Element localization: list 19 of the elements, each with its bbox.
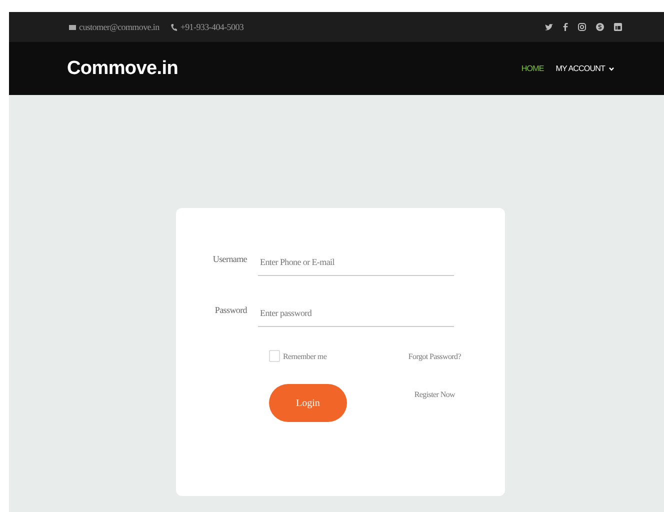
twitter-icon[interactable]	[545, 24, 553, 30]
nav-link[interactable]: HOME	[521, 64, 544, 73]
phone-text: +91-933-404-5003	[180, 22, 244, 32]
facebook-icon[interactable]	[563, 23, 568, 31]
skype-icon[interactable]	[596, 23, 604, 31]
site-logo[interactable]: Commove.in	[67, 58, 178, 80]
register-link[interactable]: Register Now	[414, 390, 455, 399]
field-label: Password	[214, 304, 248, 315]
checkbox[interactable]	[269, 350, 280, 362]
phone-icon	[171, 24, 178, 30]
field-label: Username	[212, 253, 248, 264]
nav-link[interactable]: MY ACCOUNT	[556, 64, 614, 73]
mail-icon	[69, 24, 76, 30]
caret-icon	[609, 66, 614, 70]
instagram-icon[interactable]	[578, 23, 586, 31]
email-text: customer@commove.in	[79, 22, 160, 32]
linkedin-icon[interactable]	[614, 23, 622, 31]
remember-label: Remember me	[283, 352, 327, 360]
forgot-password-link[interactable]: Forgot Password?	[408, 352, 461, 360]
